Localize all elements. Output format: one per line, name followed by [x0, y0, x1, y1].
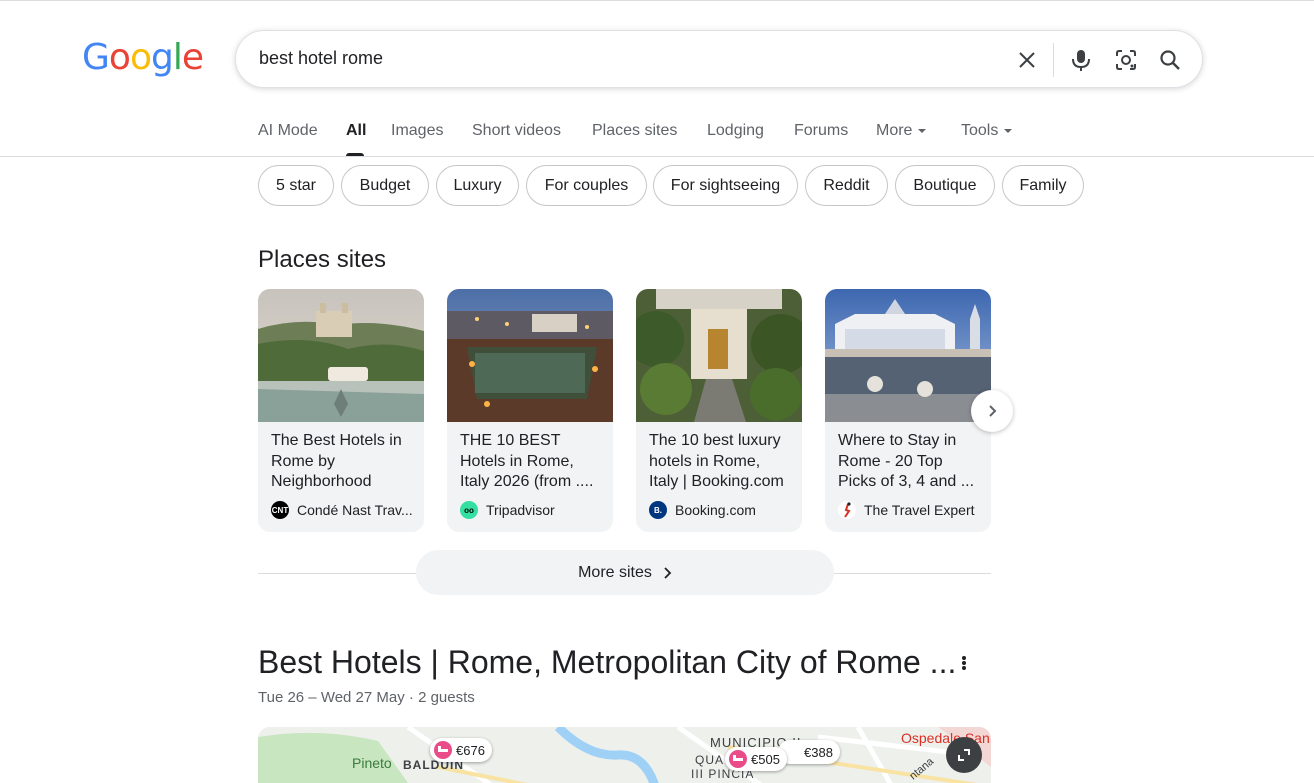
tab-short-videos[interactable]: Short videos: [472, 122, 561, 140]
more-sites-button[interactable]: More sites: [416, 550, 834, 595]
chip-for-couples[interactable]: For couples: [526, 165, 647, 206]
hotel-price-pin[interactable]: €676: [430, 738, 492, 762]
tab-ai-mode[interactable]: AI Mode: [258, 122, 318, 140]
site-card-title: Where to Stay in Rome - 20 Top Picks of …: [838, 432, 975, 490]
search-input[interactable]: best hotel rome: [259, 48, 383, 69]
bed-icon: [434, 741, 452, 759]
site-card[interactable]: THE 10 BEST Hotels in Rome, Italy 2026 (…: [447, 289, 613, 532]
source-name: Condé Nast Trav...: [297, 502, 413, 518]
chip-5-star[interactable]: 5 star: [258, 165, 334, 206]
site-card-title: The Best Hotels in Rome by Neighborhood: [271, 432, 402, 490]
site-card-source: CNT Condé Nast Trav...: [271, 501, 413, 519]
garden-entrance-image: [636, 289, 802, 422]
tab-lodging[interactable]: Lodging: [707, 122, 764, 140]
chip-luxury[interactable]: Luxury: [436, 165, 519, 206]
tab-tools[interactable]: Tools: [961, 122, 1013, 140]
price-label: €676: [456, 742, 485, 758]
places-sites-heading: Places sites: [258, 246, 387, 273]
travel-expert-favicon-icon: [838, 501, 856, 519]
chip-family[interactable]: Family: [1002, 165, 1084, 206]
conde-nast-favicon-icon: CNT: [271, 501, 289, 519]
lens-icon[interactable]: [1111, 45, 1141, 75]
tab-images[interactable]: Images: [391, 122, 443, 140]
search-divider: [1053, 43, 1054, 77]
chip-reddit[interactable]: Reddit: [805, 165, 888, 206]
chevron-right-icon: [664, 566, 672, 579]
bed-icon: [729, 750, 747, 768]
expand-icon: [958, 749, 970, 761]
tabs-divider: [0, 156, 1314, 157]
close-icon[interactable]: [1012, 45, 1042, 75]
google-logo[interactable]: Google: [82, 36, 204, 80]
price-label: €505: [751, 751, 780, 767]
chip-boutique[interactable]: Boutique: [895, 165, 995, 206]
chevron-down-icon: [1004, 128, 1013, 133]
tab-forums[interactable]: Forums: [794, 122, 848, 140]
chip-for-sightseeing[interactable]: For sightseeing: [653, 165, 798, 206]
chip-budget[interactable]: Budget: [341, 165, 429, 206]
hotel-price-pin[interactable]: €388: [778, 740, 840, 764]
site-card-title: THE 10 BEST Hotels in Rome, Italy 2026 (…: [460, 432, 594, 490]
tab-places-sites[interactable]: Places sites: [592, 122, 677, 140]
hotel-terrace-image: [258, 289, 424, 422]
source-name: The Travel Expert: [864, 502, 975, 518]
tab-more[interactable]: More: [876, 122, 927, 140]
tripadvisor-favicon-icon: oo: [460, 501, 478, 519]
source-name: Booking.com: [675, 502, 756, 518]
hotels-map[interactable]: Pineto BALDUIN MUNICIPIO II QUA III PINC…: [258, 727, 991, 783]
site-card-title: The 10 best luxury hotels in Rome, Italy…: [649, 432, 784, 490]
top-border: [0, 0, 1314, 1]
map-label-quartiere: QUA: [695, 753, 725, 767]
site-card[interactable]: Where to Stay in Rome - 20 Top Picks of …: [825, 289, 991, 532]
site-card-source: oo Tripadvisor: [460, 501, 555, 519]
search-box[interactable]: best hotel rome: [235, 30, 1203, 88]
chevron-right-icon: [989, 405, 997, 417]
more-options-icon[interactable]: [955, 654, 973, 672]
source-name: Tripadvisor: [486, 502, 555, 518]
more-sites-label: More sites: [578, 563, 652, 581]
site-card-source: B. Booking.com: [649, 501, 756, 519]
site-card-source: The Travel Expert: [838, 501, 975, 519]
microphone-icon[interactable]: [1066, 45, 1096, 75]
hotel-price-pin[interactable]: €505: [725, 747, 787, 771]
price-label: €388: [804, 744, 833, 760]
chevron-down-icon: [918, 128, 927, 133]
site-card[interactable]: The Best Hotels in Rome by Neighborhood …: [258, 289, 424, 532]
search-icon[interactable]: [1155, 45, 1185, 75]
map-label-pineto: Pineto: [352, 755, 392, 771]
site-card[interactable]: The 10 best luxury hotels in Rome, Italy…: [636, 289, 802, 532]
hotels-heading: Best Hotels | Rome, Metropolitan City of…: [258, 644, 957, 680]
booking-favicon-icon: B.: [649, 501, 667, 519]
rooftop-pool-image: [447, 289, 613, 422]
tab-all[interactable]: All: [346, 122, 366, 140]
map-expand-button[interactable]: [946, 737, 982, 773]
hotels-dates-guests[interactable]: Tue 26 – Wed 27 May · 2 guests: [258, 689, 475, 706]
rome-monument-terrace-image: [825, 289, 991, 422]
carousel-next-button[interactable]: [971, 390, 1013, 432]
